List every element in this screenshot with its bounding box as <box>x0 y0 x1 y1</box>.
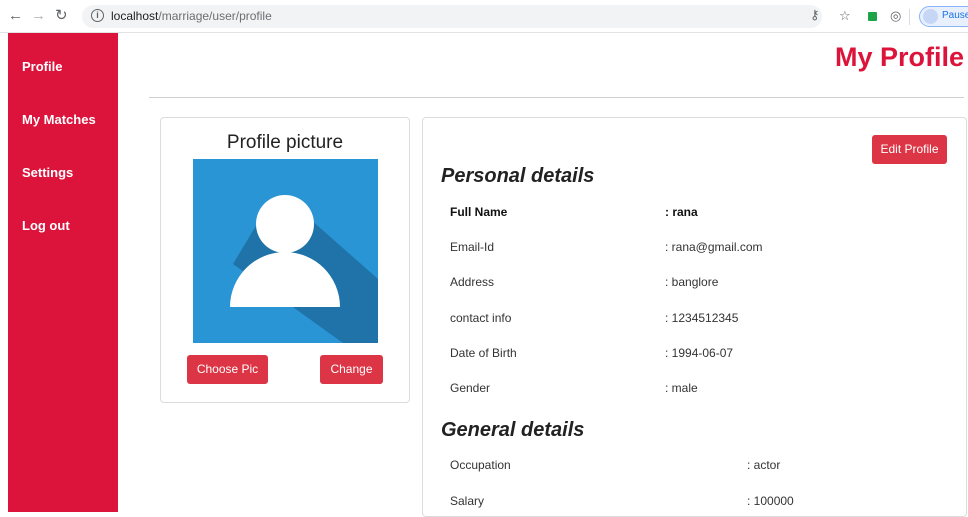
choose-pic-button[interactable]: Choose Pic <box>187 355 268 384</box>
general-details-heading: General details <box>441 419 585 441</box>
site-info-icon[interactable]: i <box>91 9 104 22</box>
profile-picture-title: Profile picture <box>226 132 344 153</box>
forward-arrow-icon[interactable]: → <box>31 8 46 24</box>
details-card: Edit Profile Personal details Full Name … <box>422 117 967 517</box>
url-text: localhost/marriage/user/profile <box>111 9 272 23</box>
contact-info-label: contact info <box>450 311 512 325</box>
email-value: : rana@gmail.com <box>665 240 763 254</box>
sidebar-item-my-matches[interactable]: My Matches <box>22 112 96 127</box>
full-name-label: Full Name <box>450 205 508 219</box>
profile-avatar-icon <box>923 9 938 24</box>
salary-value: : 100000 <box>747 494 794 508</box>
full-name-value: : rana <box>665 205 698 219</box>
edit-profile-button[interactable]: Edit Profile <box>872 135 947 164</box>
sidebar: Profile My Matches Settings Log out <box>8 33 118 512</box>
profile-picture-card: Profile picture Choose Pic Change <box>160 117 410 403</box>
back-arrow-icon[interactable]: ← <box>8 8 23 24</box>
contact-info-value: : 1234512345 <box>665 311 739 325</box>
change-pic-button[interactable]: Change <box>320 355 383 384</box>
sidebar-item-settings[interactable]: Settings <box>22 165 73 180</box>
date-of-birth-value: : 1994-06-07 <box>665 346 734 360</box>
extension-green-icon[interactable] <box>868 12 877 21</box>
extension-puzzle-icon[interactable]: ◎ <box>890 9 901 23</box>
address-value: : banglore <box>665 275 719 289</box>
toolbar-divider <box>909 9 910 25</box>
personal-details-heading: Personal details <box>441 165 595 187</box>
gender-label: Gender <box>450 381 491 395</box>
user-silhouette-icon <box>230 195 378 343</box>
header-divider <box>149 97 964 98</box>
page-title: My Profile <box>834 42 964 72</box>
sidebar-item-log-out[interactable]: Log out <box>22 218 70 233</box>
profile-avatar-image <box>193 159 378 343</box>
gender-value: : male <box>665 381 698 395</box>
occupation-label: Occupation <box>450 458 511 472</box>
occupation-value: : actor <box>747 458 781 472</box>
address-bar[interactable]: i localhost/marriage/user/profile <box>82 5 822 28</box>
key-icon[interactable]: ⚷ <box>810 8 820 22</box>
browser-toolbar: ← → ↻ i localhost/marriage/user/profile … <box>0 0 968 33</box>
address-label: Address <box>450 275 495 289</box>
sidebar-item-profile[interactable]: Profile <box>22 59 62 74</box>
profile-status-label: Paused <box>942 10 968 21</box>
salary-label: Salary <box>450 494 485 508</box>
star-icon[interactable]: ☆ <box>839 9 851 23</box>
reload-icon[interactable]: ↻ <box>55 8 68 24</box>
date-of-birth-label: Date of Birth <box>450 346 517 360</box>
profile-chip[interactable]: Paused <box>919 6 968 27</box>
email-label: Email-Id <box>450 240 495 254</box>
